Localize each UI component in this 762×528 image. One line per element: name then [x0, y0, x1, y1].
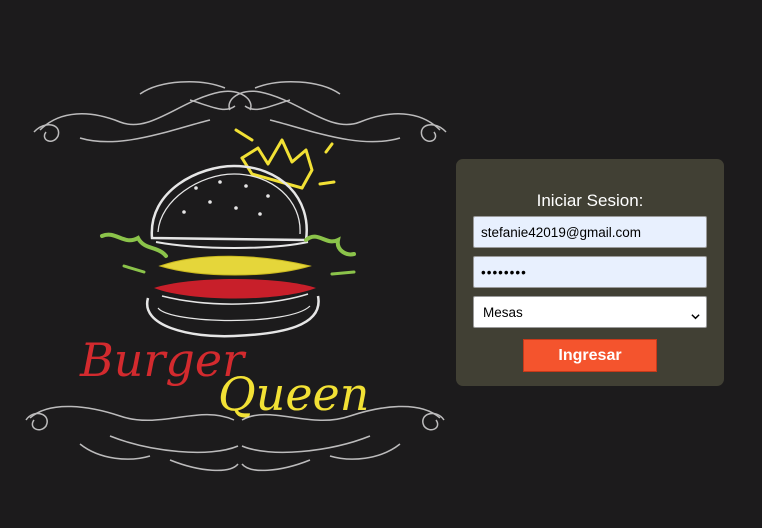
crown-icon: [234, 128, 336, 190]
password-input[interactable]: [473, 256, 707, 288]
chevron-down-icon: [691, 308, 700, 320]
ingresar-button[interactable]: Ingresar: [523, 339, 657, 372]
brand-queen-text: Queen: [218, 367, 369, 421]
login-page: Burger Queen Iniciar Sesion: Mesas: [0, 0, 762, 528]
login-panel: Iniciar Sesion: Mesas Ingresar: [456, 159, 724, 386]
burger-queen-logo: Burger Queen: [20, 70, 460, 480]
login-title: Iniciar Sesion:: [536, 191, 644, 210]
email-input[interactable]: [473, 216, 707, 248]
role-select[interactable]: Mesas: [473, 296, 707, 328]
burger-icon: [100, 164, 356, 338]
role-select-value: Mesas: [483, 305, 523, 320]
